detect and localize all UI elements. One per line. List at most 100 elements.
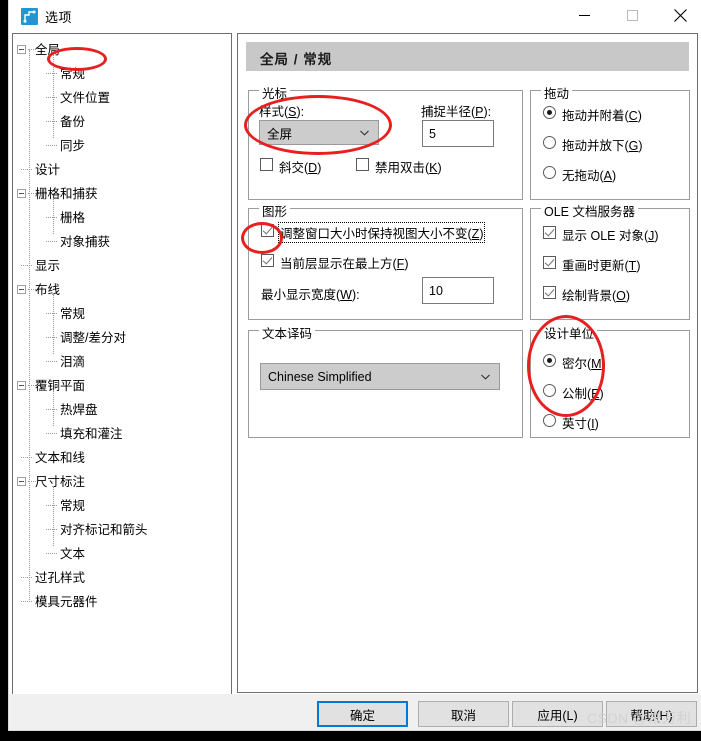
- cursor-style-value: 全屏: [267, 127, 293, 141]
- ole-group: OLE 文档服务器 显示 OLE 对象(J) 重画时更新(T) 绘制背景(O): [530, 201, 690, 320]
- units-option-1-label: 公制(E): [562, 387, 604, 401]
- cancel-button[interactable]: 取消: [418, 701, 509, 727]
- tree-expander-icon[interactable]: [17, 45, 26, 54]
- design-units-group-title: 设计单位: [541, 323, 598, 342]
- ole-option-1-label: 重画时更新(T): [562, 259, 641, 273]
- page-header: 全局 / 常规: [246, 42, 689, 71]
- tree-item-label: 设计: [35, 163, 61, 177]
- tree-item[interactable]: 对齐标记和箭头: [13, 518, 231, 542]
- options-dialog: 选项 全局 常规 文件位置 备份 同步 设计 栅格和捕获 栅格 对象捕获 显示 布线 常规 调整/差分对…: [9, 0, 701, 730]
- tree-item[interactable]: 泪滴: [13, 350, 231, 374]
- tree-item[interactable]: 全局: [13, 38, 231, 62]
- drag-option-1-circle: [543, 136, 556, 149]
- tree-item-label: 热焊盘: [60, 403, 98, 417]
- ole-group-title: OLE 文档服务器: [541, 201, 638, 220]
- window-title: 选项: [45, 10, 73, 25]
- cursor-group: 光标 样式(S): 全屏 捕捉半径(P): 5 斜交(D) 禁用双击(K): [248, 83, 523, 200]
- close-button[interactable]: [657, 0, 701, 31]
- tree-item[interactable]: 备份: [13, 110, 231, 134]
- tree-item-label: 文件位置: [60, 91, 111, 105]
- tree-item[interactable]: 尺寸标注: [13, 470, 231, 494]
- tree-item-label: 填充和灌注: [60, 427, 123, 441]
- text-encoding-group-title: 文本译码: [259, 323, 316, 342]
- tree-expander-icon[interactable]: [17, 189, 26, 198]
- current-layer-top-checkbox-box: [261, 254, 274, 267]
- tree-expander-icon[interactable]: [17, 285, 26, 294]
- tree-item[interactable]: 栅格和捕获: [13, 182, 231, 206]
- ole-option-0-box: [543, 226, 556, 239]
- minimize-icon: [578, 15, 590, 16]
- tree-item[interactable]: 文本和线: [13, 446, 231, 470]
- tree-item[interactable]: 栅格: [13, 206, 231, 230]
- oblique-checkbox-label: 斜交(D): [279, 161, 322, 175]
- drag-option-2-label: 无拖动(A): [562, 169, 617, 183]
- tree-item-label: 文本: [60, 547, 86, 561]
- tree-item[interactable]: 覆铜平面: [13, 374, 231, 398]
- tree-expander-icon[interactable]: [17, 381, 26, 390]
- tree-item[interactable]: 文本: [13, 542, 231, 566]
- drag-option-0-label: 拖动并附着(C): [562, 109, 642, 123]
- drag-option-2-circle: [543, 166, 556, 179]
- tree-item[interactable]: 模具元器件: [13, 590, 231, 614]
- cursor-style-combo[interactable]: 全屏: [259, 120, 379, 145]
- tree-item[interactable]: 常规: [13, 302, 231, 326]
- graphics-group: 图形 调整窗口大小时保持视图大小不变(Z) 当前层显示在最上方(F) 最小显示宽…: [248, 201, 523, 320]
- drag-option-1-label: 拖动并放下(G): [562, 139, 643, 153]
- drag-option-0-circle: [543, 106, 556, 119]
- tree-item-label: 对齐标记和箭头: [60, 523, 148, 537]
- tree-item[interactable]: 设计: [13, 158, 231, 182]
- text-encoding-combo[interactable]: Chinese Simplified: [260, 363, 500, 390]
- tree-item-label: 对象捕获: [60, 235, 111, 249]
- tree-item[interactable]: 文件位置: [13, 86, 231, 110]
- tree-expander-icon[interactable]: [17, 477, 26, 486]
- settings-tree-panel[interactable]: 全局 常规 文件位置 备份 同步 设计 栅格和捕获 栅格 对象捕获 显示 布线 常规 调整/差分对 泪滴覆…: [12, 33, 232, 695]
- units-option-2-circle: [543, 414, 556, 427]
- tree-item-label: 备份: [60, 115, 86, 129]
- page-title: 全局 / 常规: [260, 52, 333, 67]
- help-button[interactable]: 帮助(H): [606, 701, 697, 727]
- tree-item[interactable]: 显示: [13, 254, 231, 278]
- tree-item[interactable]: 过孔样式: [13, 566, 231, 590]
- close-icon: [673, 9, 687, 22]
- maximize-button[interactable]: [609, 0, 655, 31]
- capture-radius-value: 5: [429, 126, 436, 141]
- tree-item-label: 常规: [60, 307, 86, 321]
- graphics-group-title: 图形: [259, 201, 291, 220]
- text-encoding-group: 文本译码 Chinese Simplified: [248, 323, 523, 438]
- tree-item-label: 文本和线: [35, 451, 86, 465]
- minimize-button[interactable]: [561, 0, 607, 31]
- tree-item[interactable]: 同步: [13, 134, 231, 158]
- tree-item[interactable]: 常规: [13, 62, 231, 86]
- tree-item[interactable]: 对象捕获: [13, 230, 231, 254]
- cursor-style-label: 样式(S):: [259, 105, 305, 119]
- tree-item-label: 过孔样式: [35, 571, 86, 585]
- drag-group-title: 拖动: [541, 83, 573, 102]
- tree-item-label: 常规: [60, 499, 86, 513]
- disable-doubleclick-checkbox-label: 禁用双击(K): [375, 161, 442, 175]
- tree-item[interactable]: 调整/差分对: [13, 326, 231, 350]
- keep-view-size-checkbox-box: [261, 224, 274, 237]
- tree-item[interactable]: 填充和灌注: [13, 422, 231, 446]
- units-option-0-circle: [543, 354, 556, 367]
- units-option-2-label: 英寸(I): [562, 417, 599, 431]
- ole-option-1-box: [543, 256, 556, 269]
- tree-item[interactable]: 热焊盘: [13, 398, 231, 422]
- settings-tree: 全局 常规 文件位置 备份 同步 设计 栅格和捕获 栅格 对象捕获 显示 布线 常规 调整/差分对 泪滴覆…: [13, 38, 231, 614]
- ok-button[interactable]: 确定: [317, 701, 408, 727]
- design-units-group: 设计单位 密尔(M) 公制(E) 英寸(I): [530, 323, 690, 438]
- tree-item[interactable]: 布线: [13, 278, 231, 302]
- tree-item[interactable]: 常规: [13, 494, 231, 518]
- capture-radius-label: 捕捉半径(P):: [421, 105, 492, 119]
- tree-item-label: 栅格和捕获: [35, 187, 98, 201]
- chevron-down-icon: [481, 374, 490, 379]
- current-layer-top-checkbox-label: 当前层显示在最上方(F): [280, 257, 409, 271]
- tree-item-label: 尺寸标注: [35, 475, 86, 489]
- min-display-width-input[interactable]: 10: [422, 277, 494, 304]
- tree-item-label: 布线: [35, 283, 61, 297]
- min-display-width-value: 10: [429, 283, 443, 298]
- tree-item-label: 泪滴: [60, 355, 86, 369]
- app-icon: [21, 8, 38, 25]
- capture-radius-input[interactable]: 5: [422, 120, 494, 147]
- settings-content-panel: 全局 / 常规 光标 样式(S): 全屏 捕捉半径(P): 5 斜交(D) 禁用…: [237, 33, 698, 693]
- apply-button[interactable]: 应用(L): [512, 701, 603, 727]
